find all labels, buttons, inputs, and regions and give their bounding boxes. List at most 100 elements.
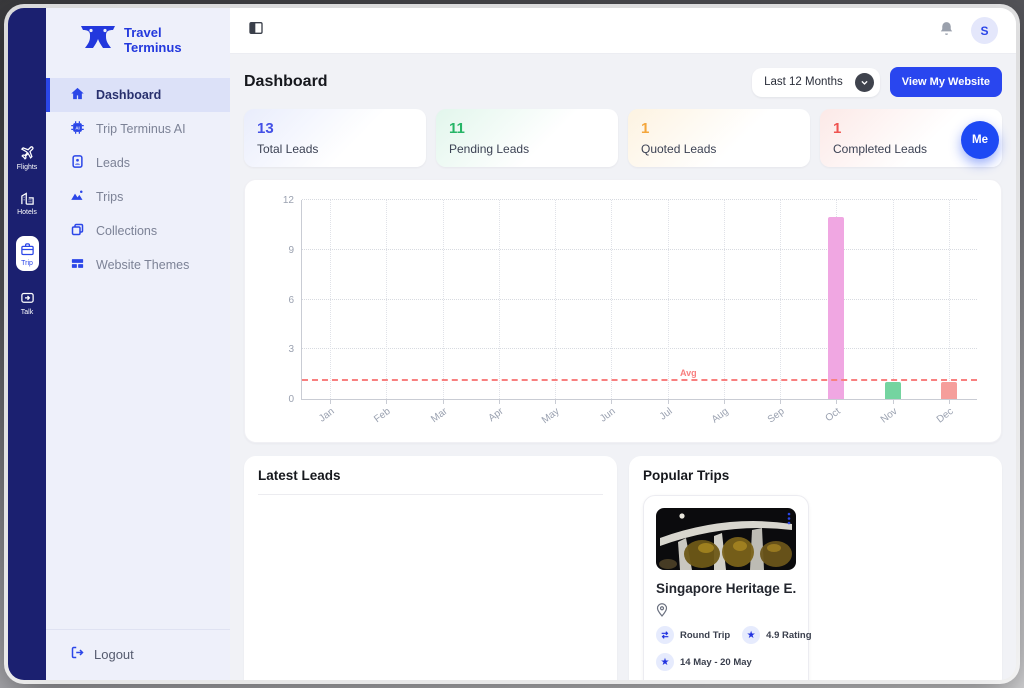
x-axis-tick-Oct — [836, 399, 837, 404]
sidebar-item-dashboard[interactable]: Dashboard — [46, 78, 230, 112]
x-axis-label-Feb: Feb — [373, 406, 393, 425]
travel-terminus-logo-icon — [80, 23, 116, 58]
trip-card[interactable]: Singapore Heritage E... Round Trip — [643, 495, 809, 680]
sidebar: Travel Terminus Dashboard AI Trip Termin… — [46, 8, 230, 680]
sidebar-item-label: Trips — [96, 190, 123, 204]
view-my-website-button[interactable]: View My Website — [890, 67, 1002, 97]
rail-item-trip[interactable]: Trip — [16, 236, 39, 271]
gridline-y-12 — [302, 199, 977, 200]
x-axis-tick-Feb — [386, 399, 387, 404]
svg-text:AI: AI — [75, 125, 79, 130]
x-axis-label-Jul: Jul — [657, 406, 674, 422]
trip-title: Singapore Heritage E... — [656, 581, 796, 596]
bar-Oct — [828, 217, 844, 399]
x-axis-tick-Mar — [443, 399, 444, 404]
y-axis-tick-9: 9 — [288, 245, 294, 256]
panel-title: Latest Leads — [258, 468, 603, 483]
hotel-icon — [20, 191, 35, 206]
popular-trips-panel: Popular Trips — [629, 456, 1002, 680]
y-axis-tick-3: 3 — [288, 344, 294, 355]
chart-plot: 036912JanFebMarAprMayJunJulAugSepOctNovD… — [301, 200, 977, 400]
bell-icon[interactable] — [938, 20, 955, 42]
page-title: Dashboard — [244, 73, 328, 91]
logout-label: Logout — [94, 647, 134, 662]
sidebar-item-label: Collections — [96, 224, 157, 238]
gridline-y-9 — [302, 249, 977, 250]
stat-value: 13 — [257, 120, 413, 137]
sidebar-toggle-icon[interactable] — [248, 20, 264, 41]
chevron-down-icon — [855, 73, 874, 92]
x-axis-label-Sep: Sep — [766, 406, 787, 425]
id-badge-icon — [70, 154, 85, 172]
avatar[interactable]: S — [971, 17, 998, 44]
me-floating-button[interactable]: Me — [961, 121, 999, 159]
gridline-x-Aug — [724, 200, 725, 399]
stat-label: Pending Leads — [449, 142, 605, 156]
leads-bar-chart: 036912JanFebMarAprMayJunJulAugSepOctNovD… — [244, 179, 1002, 443]
round-trip-badge: Round Trip — [656, 626, 730, 644]
x-axis-label-Apr: Apr — [486, 406, 505, 424]
rail-item-talk[interactable]: Talk — [20, 291, 35, 316]
ai-chip-icon: AI — [70, 120, 85, 138]
gridline-x-Nov — [893, 200, 894, 399]
x-axis-label-May: May — [540, 406, 562, 426]
stat-card-pending-leads: 11 Pending Leads — [436, 109, 618, 167]
x-axis-label-Jan: Jan — [317, 406, 336, 424]
star-icon: ★ — [742, 626, 760, 644]
stat-label: Total Leads — [257, 142, 413, 156]
rail-item-label: Trip — [21, 260, 33, 267]
app-window: Flights Hotels Trip Talk — [8, 8, 1016, 680]
dashboard-content: Dashboard Last 12 Months View My Website… — [230, 54, 1016, 680]
brand: Travel Terminus — [46, 8, 230, 72]
rail-item-flights[interactable]: Flights — [17, 146, 38, 171]
rail-item-hotels[interactable]: Hotels — [17, 191, 37, 216]
sidebar-item-collections[interactable]: Collections — [46, 214, 230, 248]
briefcase-icon — [20, 242, 35, 257]
gridline-y-3 — [302, 348, 977, 349]
y-axis-tick-0: 0 — [288, 394, 294, 405]
divider — [258, 494, 603, 495]
layout-grid-icon — [70, 256, 85, 274]
x-axis-label-Jun: Jun — [598, 406, 617, 424]
sidebar-item-leads[interactable]: Leads — [46, 146, 230, 180]
x-axis-tick-Dec — [949, 399, 950, 404]
stat-cards: 13 Total Leads 11 Pending Leads 1 Quoted… — [244, 109, 1002, 167]
x-axis-tick-Jun — [611, 399, 612, 404]
logout-button[interactable]: Logout — [46, 629, 230, 680]
gridline-x-Sep — [780, 200, 781, 399]
sidebar-nav: Dashboard AI Trip Terminus AI Leads Trip… — [46, 78, 230, 282]
star-icon: ★ — [656, 653, 674, 671]
rail-item-label: Talk — [21, 309, 33, 316]
mountains-icon — [70, 188, 85, 206]
x-axis-tick-Jan — [330, 399, 331, 404]
location-pin-icon — [656, 603, 796, 617]
x-axis-label-Oct: Oct — [824, 406, 843, 424]
sidebar-item-label: Website Themes — [96, 258, 189, 272]
gridline-x-Apr — [499, 200, 500, 399]
round-trip-icon — [656, 626, 674, 644]
date-badge: ★ 14 May - 20 May — [656, 653, 752, 671]
badge-label: Round Trip — [680, 630, 730, 641]
sidebar-item-trips[interactable]: Trips — [46, 180, 230, 214]
stacked-squares-icon — [70, 222, 85, 240]
gridline-y-6 — [302, 299, 977, 300]
panel-title: Popular Trips — [643, 468, 988, 483]
gridline-x-Dec — [949, 200, 950, 399]
y-axis-tick-6: 6 — [288, 295, 294, 306]
badge-label: 14 May - 20 May — [680, 657, 752, 668]
sidebar-item-trip-terminus-ai[interactable]: AI Trip Terminus AI — [46, 112, 230, 146]
x-axis-label-Dec: Dec — [935, 406, 956, 425]
stat-card-quoted-leads: 1 Quoted Leads — [628, 109, 810, 167]
home-icon — [70, 86, 85, 104]
x-axis-label-Mar: Mar — [429, 406, 449, 425]
date-range-dropdown[interactable]: Last 12 Months — [752, 68, 880, 97]
x-axis-label-Aug: Aug — [710, 406, 731, 425]
logout-icon — [70, 645, 85, 663]
y-axis-tick-12: 12 — [283, 195, 294, 206]
sidebar-item-website-themes[interactable]: Website Themes — [46, 248, 230, 282]
sidebar-item-label: Dashboard — [96, 88, 161, 102]
trip-photo-singapore — [656, 508, 796, 570]
x-axis-tick-Sep — [780, 399, 781, 404]
bar-Nov — [885, 382, 901, 399]
x-axis-tick-Jul — [668, 399, 669, 404]
